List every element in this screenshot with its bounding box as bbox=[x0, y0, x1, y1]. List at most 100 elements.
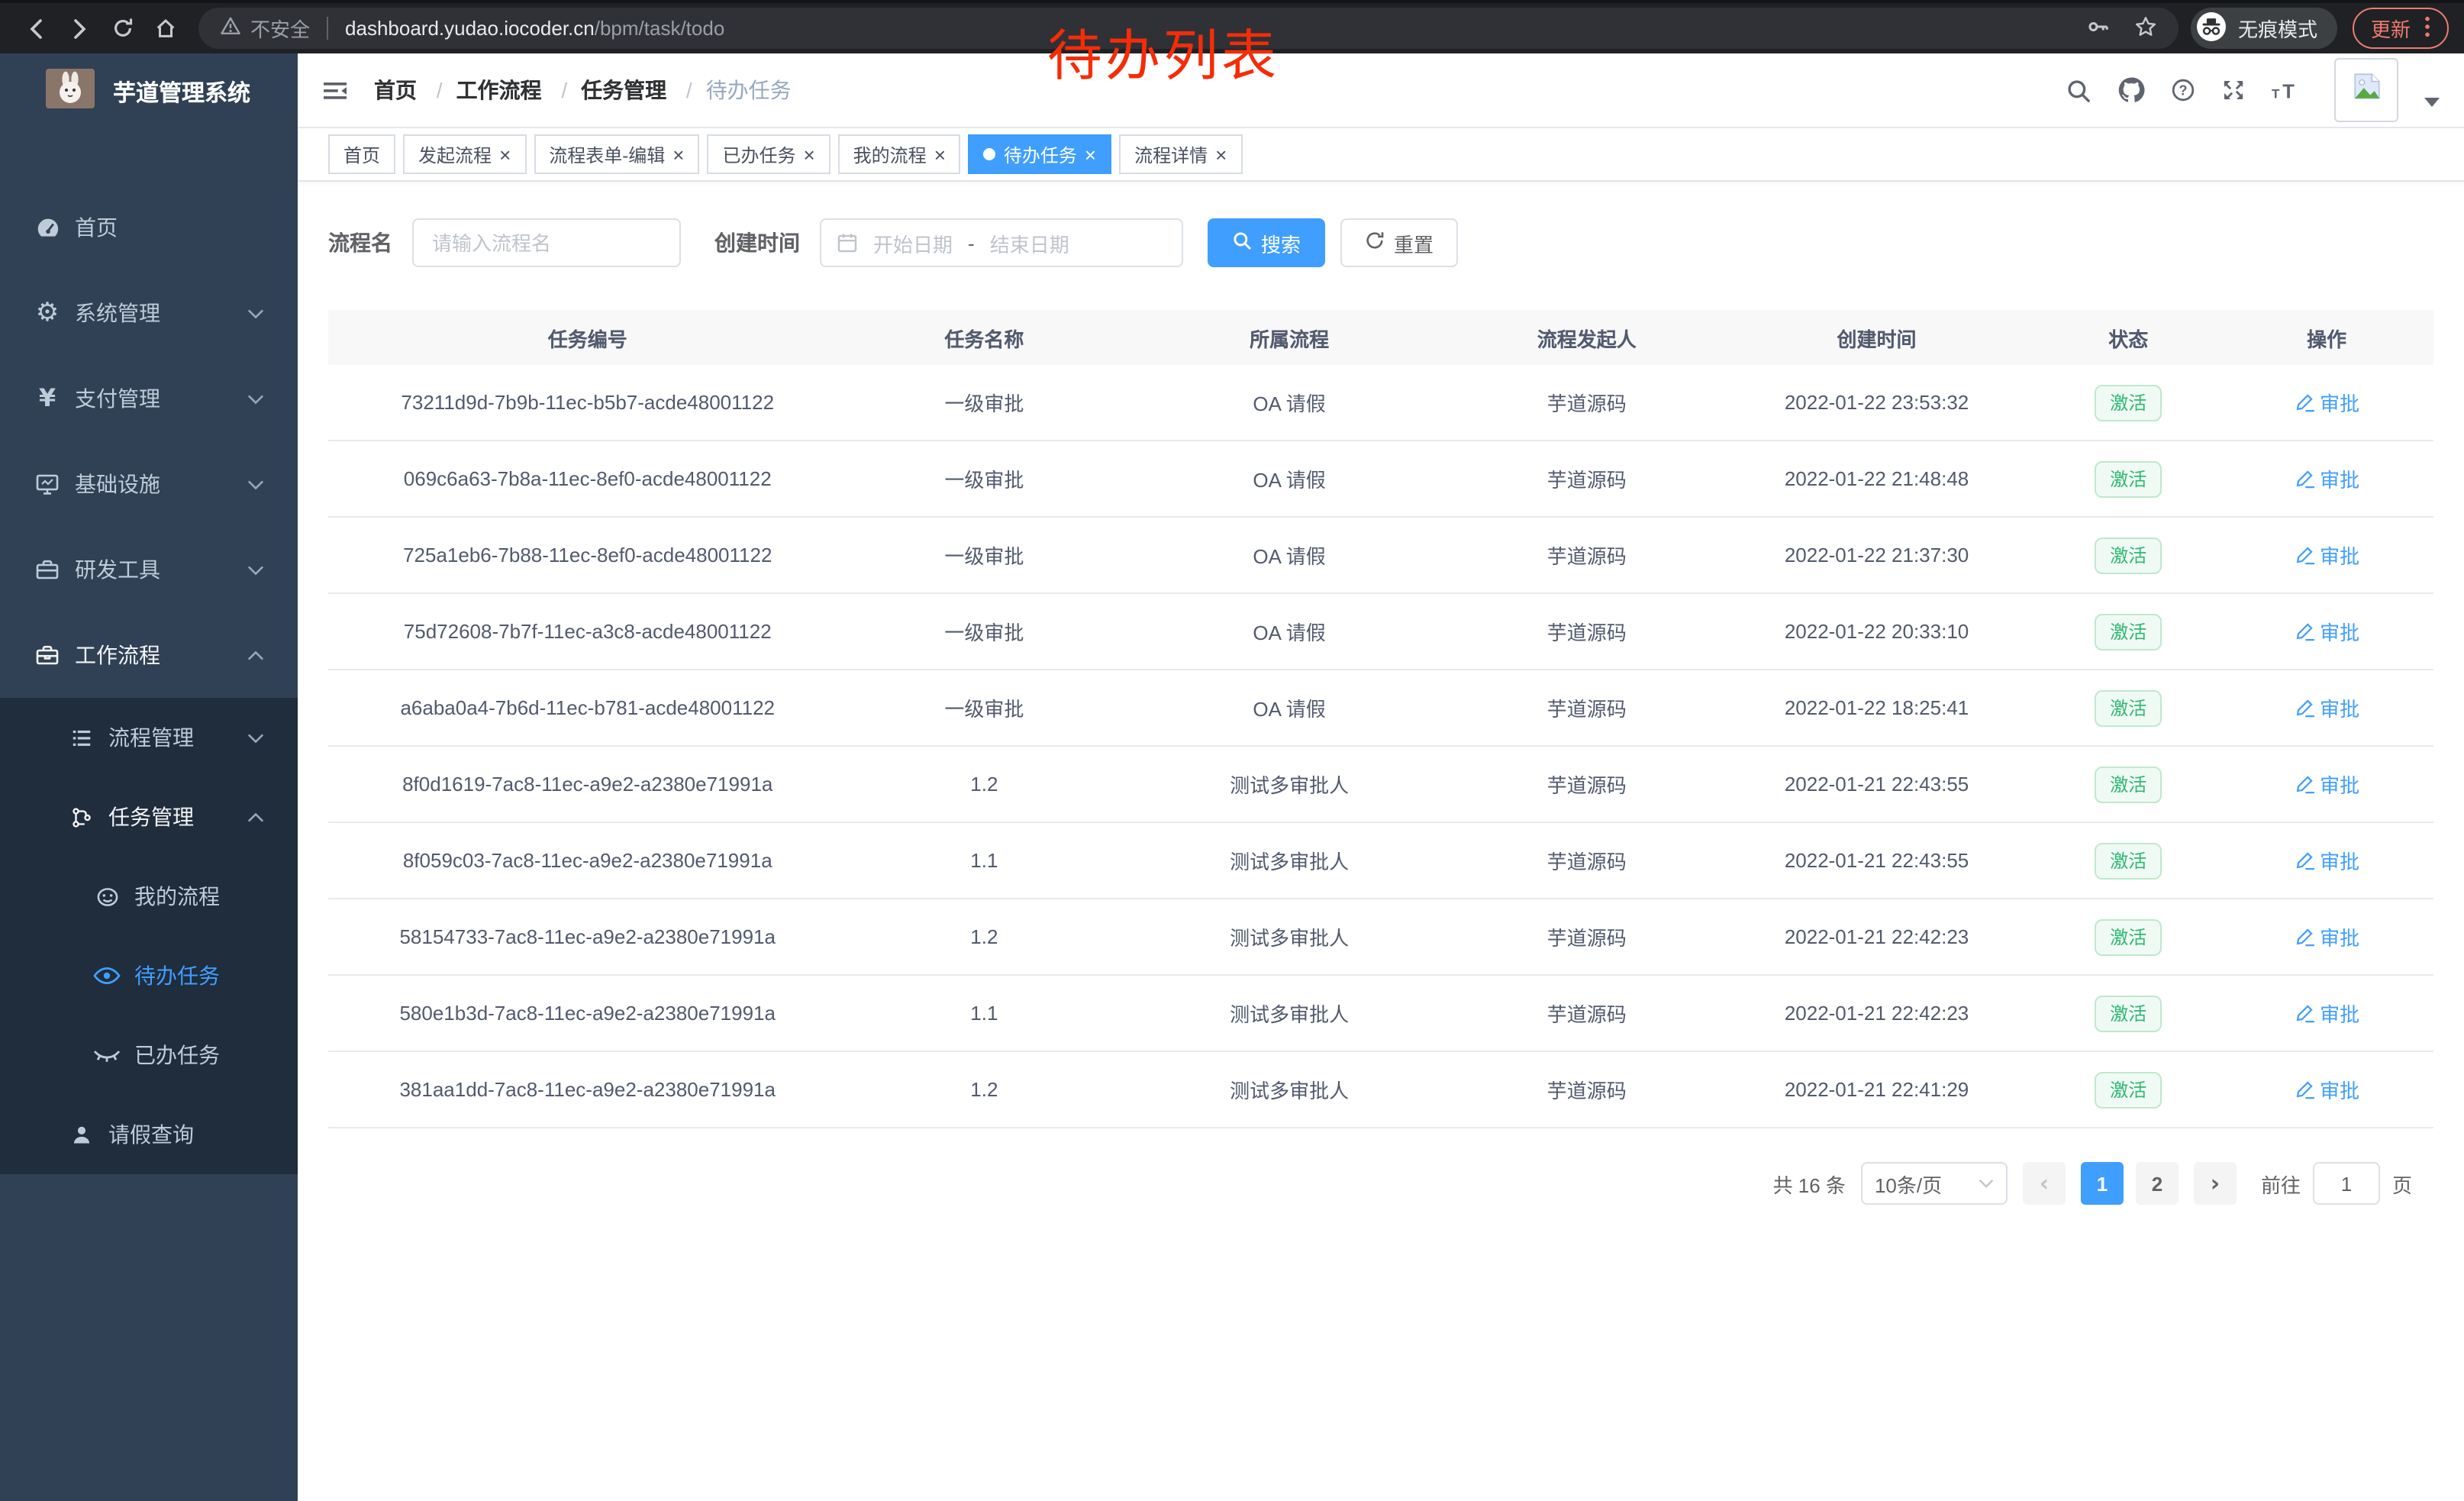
browser-back-icon[interactable] bbox=[15, 16, 58, 40]
prev-page-button[interactable]: ‹ bbox=[2023, 1162, 2066, 1205]
refresh-icon bbox=[1365, 231, 1385, 255]
approve-link[interactable]: 审批 bbox=[2294, 541, 2359, 570]
breadcrumb-item[interactable]: 待办任务 bbox=[706, 78, 792, 102]
approve-link[interactable]: 审批 bbox=[2294, 922, 2359, 951]
sidebar-item[interactable]: 待办任务 bbox=[0, 936, 298, 1015]
date-end-placeholder[interactable]: 结束日期 bbox=[990, 228, 1069, 257]
approve-link[interactable]: 审批 bbox=[2294, 464, 2359, 493]
cell-task-id: 75d72608-7b7f-11ec-a3c8-acde48001122 bbox=[328, 620, 847, 643]
cell-task-id: 381aa1dd-7ac8-11ec-a9e2-a2380e71991a bbox=[328, 1078, 847, 1101]
tag-tab-label: 待办任务 bbox=[1004, 141, 1077, 167]
sidebar-item[interactable]: ¥ 支付管理 bbox=[0, 356, 298, 441]
breadcrumb-separator: / bbox=[561, 78, 567, 102]
address-bar[interactable]: 不安全 dashboard.yudao.iocoder.cn /bpm/task… bbox=[198, 8, 2179, 49]
breadcrumb-item[interactable]: 工作流程 bbox=[456, 78, 542, 102]
page-button[interactable]: 2 bbox=[2136, 1162, 2179, 1205]
cell-task-name: 1.1 bbox=[847, 1002, 1122, 1025]
avatar[interactable] bbox=[2334, 58, 2398, 122]
sidebar-item[interactable]: 工作流程 bbox=[0, 612, 298, 698]
date-range-picker[interactable]: 开始日期 - 结束日期 bbox=[820, 218, 1183, 267]
approve-link[interactable]: 审批 bbox=[2294, 617, 2359, 646]
table-row: 8f0d1619-7ac8-11ec-a9e2-a2380e71991a 1.2… bbox=[328, 747, 2433, 823]
sidebar-collapse-icon[interactable] bbox=[322, 79, 348, 102]
close-icon[interactable]: × bbox=[934, 144, 946, 164]
sidebar-item[interactable]: 流程管理 bbox=[0, 698, 298, 777]
approve-link[interactable]: 审批 bbox=[2294, 999, 2359, 1028]
close-icon[interactable]: × bbox=[672, 144, 684, 164]
cell-action: 审批 bbox=[2220, 388, 2433, 417]
status-badge: 激活 bbox=[2095, 613, 2162, 650]
yen-icon: ¥ bbox=[34, 386, 61, 411]
goto-page-input[interactable] bbox=[2313, 1162, 2380, 1205]
cell-status: 激活 bbox=[2037, 460, 2220, 497]
sidebar-item-label: 研发工具 bbox=[75, 554, 160, 585]
page-size-select[interactable]: 10条/页 bbox=[1861, 1162, 2008, 1205]
tag-tab-label: 我的流程 bbox=[853, 141, 927, 167]
font-size-icon[interactable]: TT bbox=[2272, 79, 2299, 101]
security-status[interactable]: 不安全 bbox=[220, 14, 310, 43]
tag-tab[interactable]: 首页 bbox=[328, 134, 395, 174]
table-row: 381aa1dd-7ac8-11ec-a9e2-a2380e71991a 1.2… bbox=[328, 1052, 2433, 1128]
app-logo-bar[interactable]: 芋道管理系统 bbox=[0, 53, 298, 130]
cell-status: 激活 bbox=[2037, 537, 2220, 573]
select-caret-down-icon bbox=[1979, 1179, 1994, 1188]
svg-text:?: ? bbox=[2179, 82, 2188, 98]
approve-link[interactable]: 审批 bbox=[2294, 770, 2359, 799]
cell-task-name: 一级审批 bbox=[847, 617, 1122, 646]
cell-status: 激活 bbox=[2037, 766, 2220, 802]
process-name-input[interactable] bbox=[412, 218, 681, 267]
date-start-placeholder[interactable]: 开始日期 bbox=[873, 228, 953, 257]
search-button[interactable]: 搜索 bbox=[1208, 218, 1325, 267]
browser-update-button[interactable]: 更新 bbox=[2353, 8, 2449, 49]
page-button[interactable]: 1 bbox=[2081, 1162, 2124, 1205]
sidebar-item[interactable]: 研发工具 bbox=[0, 527, 298, 612]
tag-tab[interactable]: 我的流程 × bbox=[838, 134, 961, 174]
cell-process: OA 请假 bbox=[1121, 693, 1457, 722]
sidebar-item[interactable]: 请假查询 bbox=[0, 1095, 298, 1174]
avatar-caret-down-icon[interactable] bbox=[2424, 98, 2440, 107]
table-column-header: 流程发起人 bbox=[1457, 323, 1717, 352]
help-icon[interactable]: ? bbox=[2171, 78, 2195, 102]
approve-link[interactable]: 审批 bbox=[2294, 693, 2359, 722]
sidebar-item[interactable]: ⚙ 系统管理 bbox=[0, 270, 298, 356]
reset-button[interactable]: 重置 bbox=[1340, 218, 1458, 267]
github-icon[interactable] bbox=[2117, 76, 2145, 104]
sidebar-item[interactable]: 任务管理 bbox=[0, 777, 298, 857]
bookmark-star-icon[interactable] bbox=[2134, 15, 2157, 42]
tag-tab[interactable]: 流程详情 × bbox=[1119, 134, 1242, 174]
browser-forward-icon[interactable] bbox=[58, 16, 101, 40]
breadcrumb-item[interactable]: 首页 bbox=[374, 78, 417, 102]
fullscreen-icon[interactable] bbox=[2221, 78, 2246, 102]
close-icon[interactable]: × bbox=[1085, 144, 1096, 164]
cell-starter: 芋道源码 bbox=[1457, 999, 1717, 1028]
kebab-menu-icon[interactable] bbox=[2424, 15, 2430, 42]
approve-link[interactable]: 审批 bbox=[2294, 388, 2359, 417]
magnifier-icon bbox=[1232, 231, 1252, 255]
breadcrumb-item[interactable]: 任务管理 bbox=[581, 78, 666, 102]
cell-created: 2022-01-22 21:48:48 bbox=[1717, 467, 2037, 490]
tag-tab[interactable]: 待办任务 × bbox=[969, 134, 1111, 174]
header-search-icon[interactable] bbox=[2066, 77, 2091, 103]
close-icon[interactable]: × bbox=[1215, 144, 1227, 164]
browser-reload-icon[interactable] bbox=[101, 17, 144, 40]
approve-link[interactable]: 审批 bbox=[2294, 846, 2359, 875]
breadcrumb-separator: / bbox=[686, 78, 692, 102]
tag-tab[interactable]: 流程表单-编辑 × bbox=[534, 134, 699, 174]
sidebar-item[interactable]: 已办任务 bbox=[0, 1015, 298, 1095]
tag-tabs-bar: 首页 发起流程 × 流程表单-编辑 × 已办任务 × bbox=[298, 128, 2464, 182]
incognito-label: 无痕模式 bbox=[2238, 14, 2317, 43]
approve-link[interactable]: 审批 bbox=[2294, 1075, 2359, 1104]
tag-tab[interactable]: 已办任务 × bbox=[707, 134, 830, 174]
sidebar-item-label: 已办任务 bbox=[134, 1040, 220, 1070]
close-icon[interactable]: × bbox=[499, 144, 511, 164]
sidebar-item[interactable]: 我的流程 bbox=[0, 857, 298, 936]
close-icon[interactable]: × bbox=[803, 144, 814, 164]
sidebar-item[interactable]: 首页 bbox=[0, 185, 298, 270]
browser-home-icon[interactable] bbox=[144, 17, 186, 40]
next-page-button[interactable]: › bbox=[2194, 1162, 2237, 1205]
cell-process: 测试多审批人 bbox=[1121, 846, 1457, 875]
sidebar-item[interactable]: 基础设施 bbox=[0, 441, 298, 527]
password-key-icon[interactable] bbox=[2087, 15, 2110, 42]
tag-tab[interactable]: 发起流程 × bbox=[403, 134, 526, 174]
page-header: 首页 / 工作流程 / 任务管理 / 待办任务 bbox=[298, 53, 2464, 128]
